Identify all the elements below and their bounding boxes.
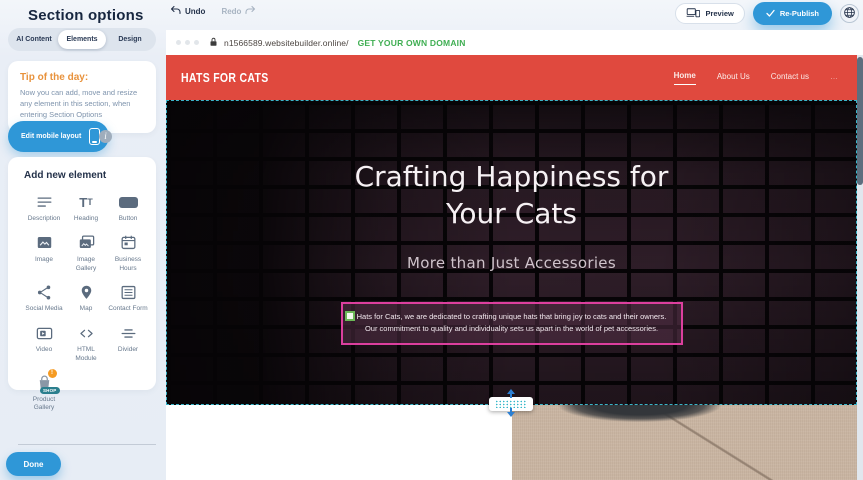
element-description[interactable]: Description: [24, 192, 64, 224]
description-icon: [35, 192, 54, 212]
social-media-icon: [35, 282, 54, 302]
redo-icon: [245, 5, 256, 17]
contact-form-icon: [119, 282, 138, 302]
button-icon: [119, 192, 138, 212]
tab-ai-content[interactable]: AI Content: [10, 30, 58, 49]
map-pin-icon: [77, 282, 96, 302]
hero-subheading[interactable]: More than Just Accessories: [167, 254, 856, 272]
language-globe-button[interactable]: [840, 4, 859, 23]
tab-elements[interactable]: Elements: [58, 30, 106, 49]
heading-icon: TT: [79, 192, 92, 212]
devices-icon: [686, 7, 700, 20]
site-logo[interactable]: HATS FOR CATS: [181, 70, 269, 85]
element-grid: Description TT Heading Button Image Imag…: [24, 192, 148, 413]
redo-button[interactable]: Redo: [221, 5, 256, 17]
preview-button[interactable]: Preview: [675, 3, 744, 24]
product-gallery-icon: ! SHOP: [35, 373, 54, 393]
element-image-gallery[interactable]: Image Gallery: [66, 233, 106, 274]
video-icon: [35, 323, 54, 343]
image-gallery-icon: [77, 233, 96, 253]
element-video[interactable]: Video: [24, 323, 64, 364]
element-button[interactable]: Button: [108, 192, 148, 224]
element-heading[interactable]: TT Heading: [66, 192, 106, 224]
tip-title: Tip of the day:: [20, 72, 144, 83]
element-image[interactable]: Image: [24, 233, 64, 274]
shop-badge: SHOP: [40, 387, 60, 394]
element-handle[interactable]: [345, 311, 355, 321]
element-divider[interactable]: Divider: [108, 323, 148, 364]
undo-button[interactable]: Undo: [170, 5, 205, 17]
lock-icon: [209, 34, 218, 52]
preview-scrollbar[interactable]: [857, 55, 863, 480]
page-title: Section options: [28, 7, 144, 24]
top-actions: Preview Re-Publish: [675, 2, 859, 25]
site-header: HATS FOR CATS Home About Us Contact us …: [166, 55, 857, 100]
edit-mobile-layout-button[interactable]: Edit mobile layout: [8, 121, 109, 152]
resize-arrow-stem: [510, 394, 512, 398]
drag-dots-icon: [495, 400, 527, 408]
republish-button[interactable]: Re-Publish: [753, 2, 832, 25]
sidebar-divider: [18, 444, 156, 445]
nav-home[interactable]: Home: [674, 71, 696, 85]
done-button[interactable]: Done: [6, 452, 61, 476]
hero-heading[interactable]: Crafting Happiness for Your Cats: [167, 159, 856, 233]
notification-badge: !: [48, 369, 57, 378]
cat-photo: [512, 405, 857, 480]
html-code-icon: [77, 323, 96, 343]
tab-design[interactable]: Design: [106, 30, 154, 49]
get-domain-link[interactable]: GET YOUR OWN DOMAIN: [358, 38, 466, 48]
element-contact-form[interactable]: Contact Form: [108, 282, 148, 314]
element-map[interactable]: Map: [66, 282, 106, 314]
window-dots: [176, 40, 199, 45]
sidebar-tabs: AI Content Elements Design: [8, 28, 156, 51]
divider-icon: [119, 323, 138, 343]
undo-icon: [170, 5, 181, 17]
add-element-title: Add new element: [24, 170, 148, 181]
resize-arrow-down-icon: [507, 412, 515, 417]
image-icon: [35, 233, 54, 253]
nav-contact-us[interactable]: Contact us: [771, 72, 809, 83]
hero-body-text: Hats for Cats, we are dedicated to craft…: [352, 311, 672, 335]
element-social-media[interactable]: Social Media: [24, 282, 64, 314]
nav-about-us[interactable]: About Us: [717, 72, 750, 83]
nav-more-menu[interactable]: …: [830, 72, 839, 83]
add-element-panel: Add new element Description TT Heading B…: [8, 157, 156, 390]
browser-bar: n1566589.websitebuilder.online/ GET YOUR…: [166, 30, 863, 55]
check-icon: [766, 9, 775, 19]
hero-text-box[interactable]: Hats for Cats, we are dedicated to craft…: [341, 302, 683, 345]
undo-redo-group: Undo Redo: [170, 5, 256, 17]
globe-icon: [843, 6, 856, 22]
info-icon[interactable]: i: [99, 130, 112, 143]
element-product-gallery[interactable]: ! SHOP Product Gallery: [24, 373, 64, 414]
element-html-module[interactable]: HTML Module: [66, 323, 106, 364]
element-business-hours[interactable]: Business Hours: [108, 233, 148, 274]
tip-body: Now you can add, move and resize any ele…: [20, 88, 144, 121]
resize-arrow-stem: [510, 408, 512, 412]
hero-section[interactable]: Crafting Happiness for Your Cats More th…: [166, 100, 857, 405]
site-nav: Home About Us Contact us …: [674, 71, 839, 85]
scrollbar-thumb[interactable]: [857, 57, 863, 185]
site-url: n1566589.websitebuilder.online/: [224, 38, 349, 48]
business-hours-icon: [119, 233, 138, 253]
